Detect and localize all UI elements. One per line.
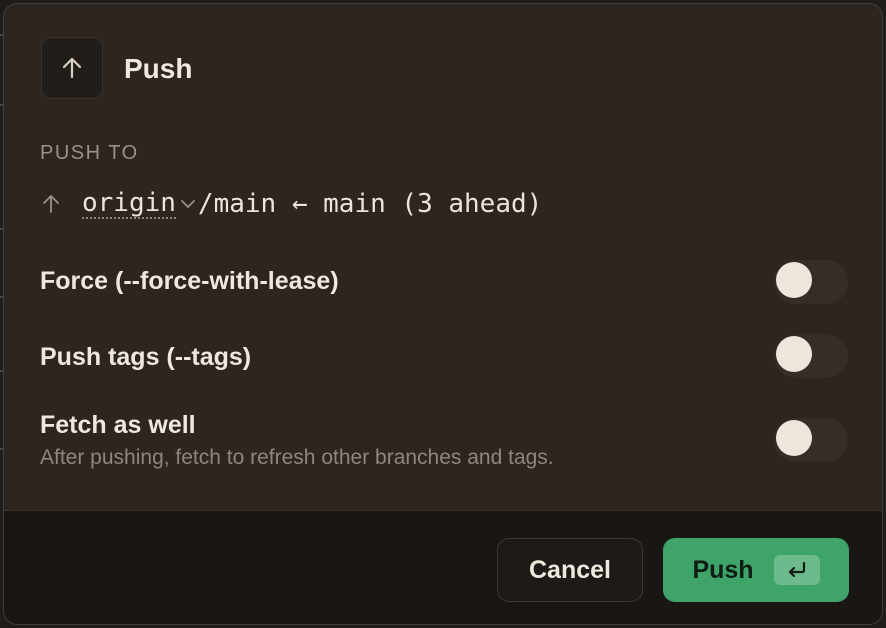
push-button[interactable]: Push [663, 538, 849, 602]
option-fetch-description: After pushing, fetch to refresh other br… [40, 446, 554, 469]
remote-select[interactable]: origin [82, 186, 198, 222]
option-force: Force (--force-with-lease) [40, 260, 848, 308]
fetch-toggle[interactable] [774, 418, 848, 462]
branch-mapping: /main ← main (3 ahead) [197, 189, 543, 219]
chevron-down-icon [180, 186, 196, 222]
toggle-knob [776, 262, 812, 298]
toggle-knob [776, 420, 812, 456]
option-fetch: Fetch as well After pushing, fetch to re… [40, 410, 848, 474]
cancel-button[interactable]: Cancel [497, 538, 643, 602]
option-push-tags: Push tags (--tags) [40, 334, 848, 384]
arrow-up-icon [40, 186, 64, 222]
dialog-title: Push [124, 53, 193, 84]
cancel-button-label: Cancel [529, 555, 611, 584]
option-fetch-title: Fetch as well [40, 411, 196, 439]
dialog-footer: Cancel Push [4, 510, 882, 624]
option-push-tags-title: Push tags (--tags) [40, 343, 252, 371]
dialog-header: Push [4, 4, 882, 134]
push-target: origin /main ← main (3 ahead) [40, 186, 542, 222]
push-dialog: Push PUSH TO origin /main ← main (3 ahea… [3, 3, 883, 625]
remote-name: origin [82, 188, 176, 219]
push-to-label: PUSH TO [40, 142, 139, 164]
push-button-label: Push [692, 555, 754, 584]
arrow-up-icon [41, 37, 103, 99]
toggle-knob [776, 336, 812, 372]
option-force-title: Force (--force-with-lease) [40, 267, 339, 295]
enter-key-icon [773, 555, 820, 585]
force-toggle[interactable] [774, 260, 848, 304]
push-tags-toggle[interactable] [774, 334, 848, 378]
